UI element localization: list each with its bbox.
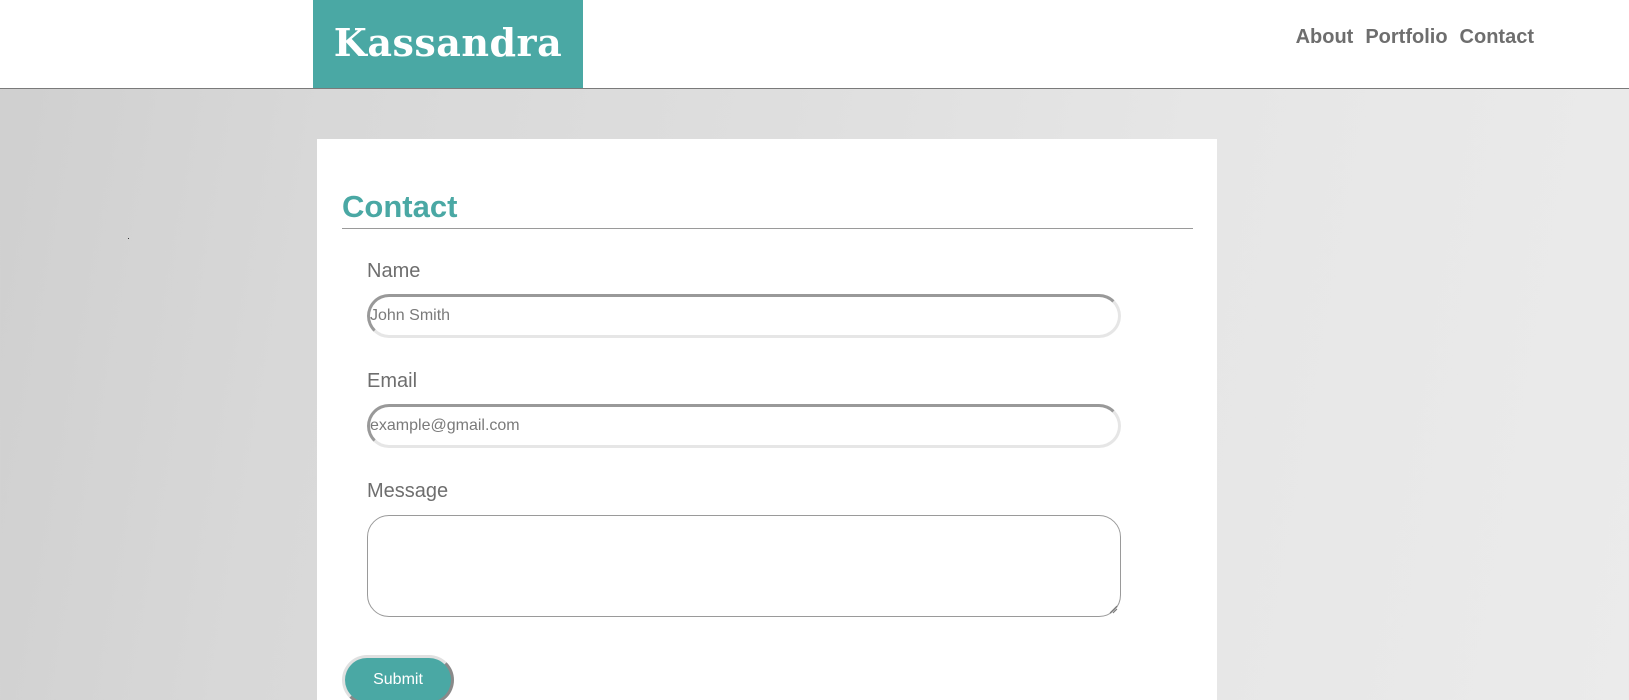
- message-textarea[interactable]: [367, 515, 1121, 617]
- name-input[interactable]: [367, 294, 1121, 338]
- nav-about-link[interactable]: About: [1296, 26, 1354, 49]
- main-nav: About Portfolio Contact: [1296, 26, 1534, 49]
- stray-dot: [128, 238, 129, 239]
- name-label: Name: [367, 260, 421, 282]
- submit-button[interactable]: Submit: [342, 655, 454, 700]
- email-input[interactable]: [367, 404, 1121, 448]
- logo[interactable]: Kassandra: [313, 0, 583, 88]
- title-divider: [342, 228, 1193, 229]
- site-header: Kassandra About Portfolio Contact: [0, 0, 1629, 89]
- nav-contact-link[interactable]: Contact: [1460, 26, 1534, 49]
- email-label: Email: [367, 370, 418, 392]
- logo-text: Kassandra: [333, 19, 563, 65]
- page-title: Contact: [342, 189, 458, 224]
- contact-card: Contact Name Email Message Submit: [317, 139, 1217, 700]
- nav-portfolio-link[interactable]: Portfolio: [1365, 26, 1447, 49]
- message-label: Message: [367, 480, 449, 502]
